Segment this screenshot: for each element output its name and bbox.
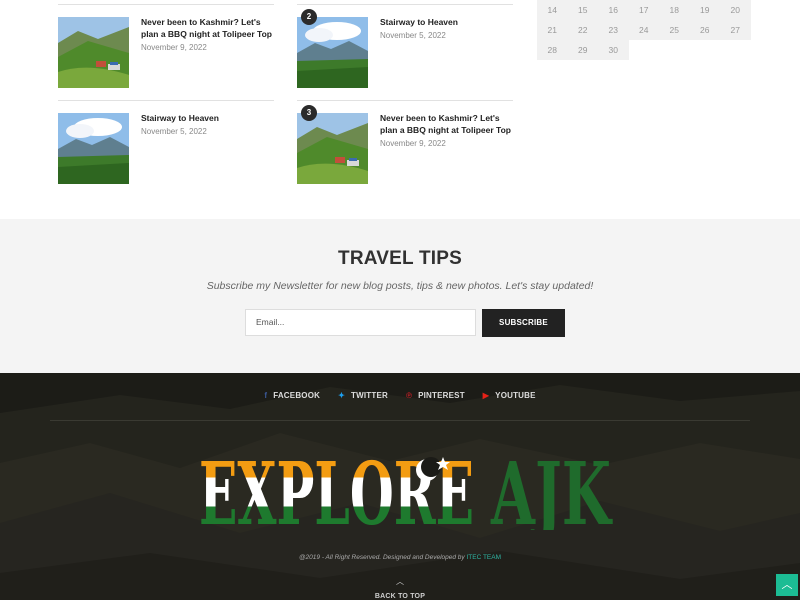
post-title: Never been to Kashmir? Let's plan a BBQ … bbox=[380, 113, 511, 135]
calendar-day: 29 bbox=[567, 40, 598, 60]
copyright-text: @2019 - All Right Reserved. Designed and… bbox=[0, 554, 800, 561]
back-to-top-label: BACK TO TOP bbox=[374, 593, 426, 600]
facebook-icon: f bbox=[264, 391, 268, 400]
calendar-widget: 14 15 16 17 18 19 20 21 22 23 24 25 26 2… bbox=[537, 0, 751, 60]
post-date: November 9, 2022 bbox=[380, 139, 446, 148]
post-title-link[interactable]: Stairway to Heaven November 5, 2022 bbox=[141, 112, 276, 138]
copyright-label: @2019 - All Right Reserved. Designed and… bbox=[298, 554, 467, 561]
post-thumbnail-mountain-valley[interactable] bbox=[58, 113, 129, 184]
site-logo[interactable]: EXPLORE AJK bbox=[199, 444, 619, 545]
chevron-up-icon: ︿ bbox=[396, 577, 404, 586]
twitter-label: TWITTER bbox=[351, 391, 388, 400]
post-thumbnail-mountain-valley[interactable] bbox=[297, 17, 368, 88]
post-item: 3 Never been to Kashmir? Let's plan a BB… bbox=[297, 100, 513, 196]
post-title-link[interactable]: Never been to Kashmir? Let's plan a BBQ … bbox=[380, 112, 515, 150]
post-thumbnail-hillside-village[interactable] bbox=[58, 17, 129, 88]
calendar-week-row: 14 15 16 17 18 19 20 bbox=[537, 0, 751, 20]
pinterest-link[interactable]: ℗ PINTEREST bbox=[406, 391, 465, 400]
logo-text-ajk: AJK bbox=[490, 448, 613, 530]
post-item: 2 Stairway to Heaven November 5, 2022 bbox=[297, 4, 513, 100]
calendar-day: 28 bbox=[537, 40, 568, 60]
calendar-day: 30 bbox=[598, 40, 629, 60]
facebook-link[interactable]: f FACEBOOK bbox=[264, 391, 320, 400]
post-title: Never been to Kashmir? Let's plan a BBQ … bbox=[141, 17, 272, 39]
newsletter-section: TRAVEL TIPS Subscribe my Newsletter for … bbox=[0, 219, 800, 373]
facebook-label: FACEBOOK bbox=[273, 391, 321, 400]
calendar-day: 22 bbox=[567, 20, 598, 40]
post-item: Stairway to Heaven November 5, 2022 bbox=[58, 100, 274, 196]
calendar-empty-cell bbox=[628, 40, 659, 60]
calendar-week-row: 28 29 30 bbox=[537, 40, 751, 60]
calendar-empty-cell bbox=[689, 40, 720, 60]
footer-divider bbox=[50, 420, 750, 421]
twitter-icon: ✦ bbox=[338, 391, 346, 400]
post-thumbnail-hillside-village[interactable] bbox=[297, 113, 368, 184]
youtube-icon: ▶ bbox=[482, 391, 490, 400]
youtube-label: YOUTUBE bbox=[495, 391, 536, 400]
scroll-to-top-button[interactable]: ︿ bbox=[776, 574, 798, 596]
calendar-day: 19 bbox=[689, 0, 720, 20]
calendar-day: 15 bbox=[567, 0, 598, 20]
calendar-day: 24 bbox=[628, 20, 659, 40]
pinterest-icon: ℗ bbox=[405, 391, 413, 400]
calendar-day: 18 bbox=[659, 0, 690, 20]
calendar-day: 17 bbox=[628, 0, 659, 20]
back-to-top-link[interactable]: ︿ BACK TO TOP bbox=[0, 577, 800, 600]
twitter-link[interactable]: ✦ TWITTER bbox=[338, 391, 388, 400]
post-title: Stairway to Heaven bbox=[380, 17, 458, 27]
recent-posts-column: Never been to Kashmir? Let's plan a BBQ … bbox=[58, 4, 274, 196]
calendar-day: 23 bbox=[598, 20, 629, 40]
calendar-day: 27 bbox=[720, 20, 751, 40]
youtube-link[interactable]: ▶ YOUTUBE bbox=[483, 391, 536, 400]
pinterest-label: PINTEREST bbox=[418, 391, 465, 400]
calendar-empty-cell bbox=[659, 40, 690, 60]
popular-posts-column: 2 Stairway to Heaven November 5, 2022 3 … bbox=[297, 4, 513, 196]
post-title-link[interactable]: Never been to Kashmir? Let's plan a BBQ … bbox=[141, 16, 276, 54]
post-date: November 5, 2022 bbox=[141, 127, 207, 136]
post-title: Stairway to Heaven bbox=[141, 113, 219, 123]
chevron-up-icon: ︿ bbox=[781, 579, 793, 591]
post-rank-badge: 2 bbox=[301, 9, 317, 25]
calendar-empty-cell bbox=[720, 40, 751, 60]
developer-link[interactable]: ITEC TEAM bbox=[466, 554, 501, 561]
calendar-day: 26 bbox=[689, 20, 720, 40]
subscribe-button[interactable]: SUBSCRIBE bbox=[482, 309, 565, 337]
newsletter-title: TRAVEL TIPS bbox=[338, 248, 462, 269]
social-links: f FACEBOOK ✦ TWITTER ℗ PINTEREST ▶ YOUTU… bbox=[0, 391, 800, 400]
post-rank-badge: 3 bbox=[301, 105, 317, 121]
newsletter-subtitle: Subscribe my Newsletter for new blog pos… bbox=[206, 280, 594, 292]
calendar-day: 25 bbox=[659, 20, 690, 40]
post-date: November 5, 2022 bbox=[380, 31, 446, 40]
calendar-week-row: 21 22 23 24 25 26 27 bbox=[537, 20, 751, 40]
post-item: Never been to Kashmir? Let's plan a BBQ … bbox=[58, 4, 274, 100]
calendar-day: 16 bbox=[598, 0, 629, 20]
site-footer: f FACEBOOK ✦ TWITTER ℗ PINTEREST ▶ YOUTU… bbox=[0, 373, 800, 600]
email-input[interactable]: Email... bbox=[245, 309, 476, 336]
calendar-day: 20 bbox=[720, 0, 751, 20]
calendar-day: 14 bbox=[537, 0, 568, 20]
post-title-link[interactable]: Stairway to Heaven November 5, 2022 bbox=[380, 16, 515, 42]
post-date: November 9, 2022 bbox=[141, 43, 207, 52]
calendar-day: 21 bbox=[537, 20, 568, 40]
